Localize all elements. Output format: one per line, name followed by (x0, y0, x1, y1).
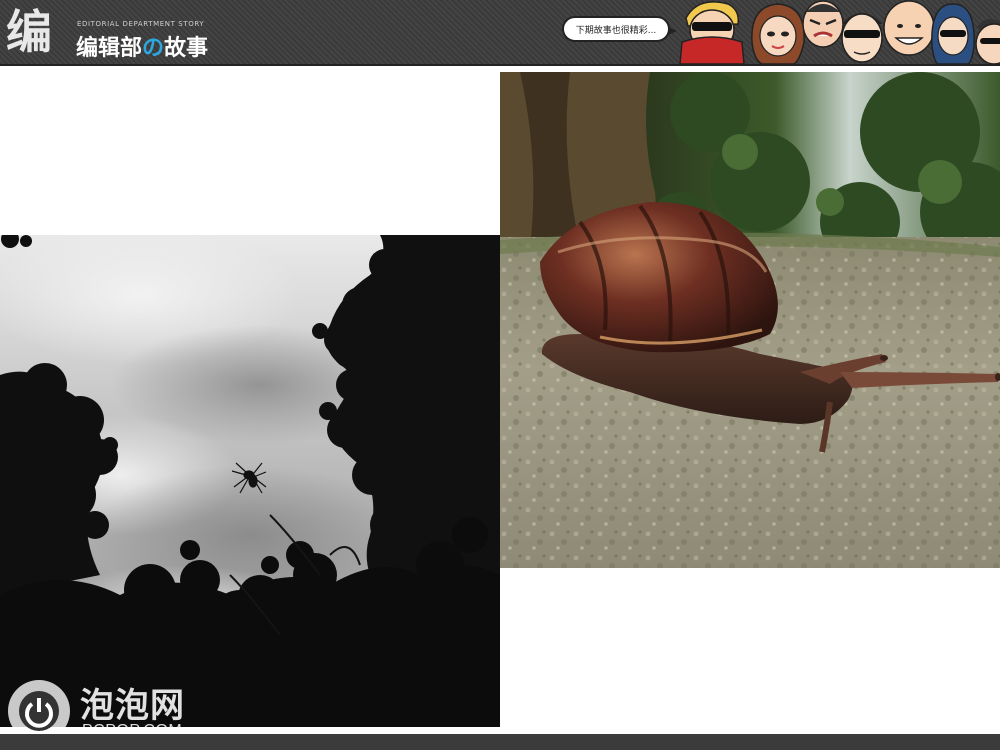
logo-subtitle: EDITORIAL DEPARTMENT STORY (77, 20, 205, 28)
power-icon-graphic (19, 691, 59, 731)
cartoon-faces (676, 0, 1000, 64)
cartoon-face-7-icon (975, 18, 1000, 64)
watermark-brand: 泡泡网 (80, 686, 185, 726)
bottom-bar (0, 734, 1000, 750)
cartoon-face-5-icon (883, 0, 935, 56)
cartoon-face-4-icon (841, 13, 883, 63)
sky-spider-photo (0, 235, 500, 727)
power-icon (8, 680, 70, 742)
cartoon-face-6-icon (931, 3, 975, 64)
logo-mark: 编 (6, 5, 52, 59)
logo-title-part2: 故事 (164, 36, 209, 61)
speech-bubble: 下期故事也很精彩... (562, 16, 677, 42)
cartoon-face-1-icon (679, 1, 745, 64)
snail-photo (500, 72, 1000, 568)
logo-title: 编辑部の故事 (76, 30, 208, 62)
sky-spider-image (0, 235, 500, 727)
cartoon-face-2-icon (751, 3, 805, 64)
logo-title-part1: 编辑部 (76, 36, 143, 61)
header-banner: 编 EDITORIAL DEPARTMENT STORY 编辑部の故事 下期故事… (0, 0, 1000, 66)
snail-image (500, 72, 1000, 568)
logo-title-accent: の (142, 36, 165, 61)
